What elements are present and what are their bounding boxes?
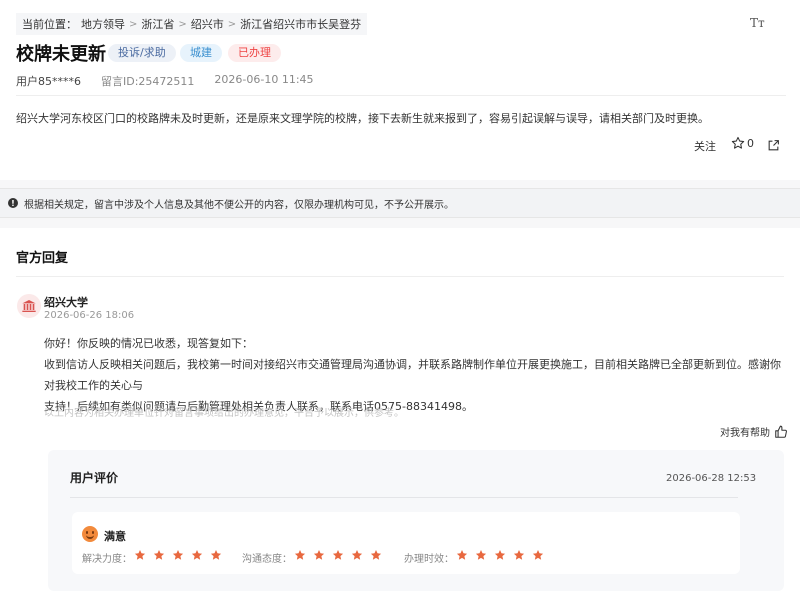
star-icon — [294, 550, 306, 560]
star-icon — [513, 550, 525, 560]
reply-disclaimer: 以上内容为相关办理单位针对留言事项给出的办理意见，平台予以展示，供参考。 — [44, 408, 404, 419]
org-name: 绍兴大学 — [44, 296, 88, 309]
breadcrumb: 当前位置： 地方领导 > 浙江省 > 绍兴市 > 浙江省绍兴市市长吴登芬 — [16, 13, 368, 35]
share-button[interactable] — [767, 137, 780, 156]
helpful-button[interactable]: 对我有帮助 — [720, 424, 788, 439]
breadcrumb-prefix: 当前位置： — [22, 18, 77, 31]
reply-line: 你好！你反映的情况已收悉，现答复如下： — [44, 337, 253, 350]
page-title: 校牌未更新 — [16, 44, 106, 65]
divider — [16, 95, 786, 96]
star-icon — [210, 550, 222, 560]
follow-button[interactable]: 关注 — [694, 138, 716, 154]
star-outline-icon — [731, 136, 745, 149]
star-icon — [172, 550, 184, 560]
rating-stars-resolution — [134, 549, 222, 561]
divider — [70, 497, 738, 498]
rating-stars-timeliness — [456, 549, 544, 561]
star-count: 0 — [747, 136, 754, 150]
smile-face-icon — [82, 526, 98, 542]
thumbs-up-icon — [775, 425, 787, 438]
overall-rating: 满意 — [104, 530, 126, 543]
share-icon — [768, 140, 779, 151]
post-content: 绍兴大学河东校区门口的校路牌未及时更新，还是原来文理学院的校牌，接下去新生就来报… — [16, 112, 709, 125]
star-icon — [370, 550, 382, 560]
org-avatar — [17, 294, 41, 318]
breadcrumb-item[interactable]: 浙江省绍兴市市长吴登芬 — [240, 16, 361, 32]
reply-time: 2026-06-26 18:06 — [44, 310, 135, 321]
info-icon: ! — [8, 198, 18, 208]
evaluation-card: 用户评价 2026-06-28 12:53 满意 解决力度： 沟通态度： 办理时… — [48, 450, 784, 591]
chevron-right-icon: > — [178, 18, 187, 30]
breadcrumb-item[interactable]: 绍兴市 — [191, 16, 224, 32]
font-size-icon[interactable]: Tт — [750, 16, 765, 30]
star-icon — [351, 550, 363, 560]
star-icon — [313, 550, 325, 560]
status-badge: 已办理 — [228, 44, 281, 62]
rating-label-timeliness: 办理时效： — [404, 554, 454, 565]
helpful-label: 对我有帮助 — [720, 428, 770, 439]
category-tag: 城建 — [180, 44, 222, 62]
breadcrumb-item[interactable]: 地方领导 — [81, 16, 125, 32]
post-meta: 用户85****6 留言ID:25472511 2026-06-10 11:45 — [16, 73, 314, 89]
section-gap — [0, 180, 800, 188]
breadcrumb-item[interactable]: 浙江省 — [141, 16, 174, 32]
chevron-right-icon: > — [227, 18, 237, 30]
star-icon — [532, 550, 544, 560]
chevron-right-icon: > — [129, 18, 138, 30]
star-icon — [191, 550, 203, 560]
star-button[interactable]: 0 — [731, 136, 754, 150]
message-id: 留言ID:25472511 — [101, 75, 195, 88]
divider — [16, 276, 784, 277]
evaluation-date: 2026-06-28 12:53 — [666, 473, 757, 484]
type-tag: 投诉/求助 — [108, 44, 176, 62]
star-icon — [332, 550, 344, 560]
star-icon — [494, 550, 506, 560]
post-datetime: 2026-06-10 11:45 — [214, 73, 314, 86]
university-icon — [22, 300, 36, 312]
evaluation-title: 用户评价 — [70, 471, 119, 485]
reply-line: 收到信访人反映相关问题后，我校第一时间对接绍兴市交通管理局沟通协调，并联系路牌制… — [44, 358, 781, 392]
star-icon — [475, 550, 487, 560]
post-user: 用户85****6 — [16, 75, 81, 88]
star-icon — [153, 550, 165, 560]
reply-heading: 官方回复 — [16, 251, 69, 266]
section-gap — [0, 218, 800, 228]
star-icon — [134, 550, 146, 560]
rating-stars-communication — [294, 549, 382, 561]
evaluation-detail: 满意 解决力度： 沟通态度： 办理时效： — [72, 512, 740, 574]
rating-label-resolution: 解决力度： — [82, 554, 132, 565]
rating-label-communication: 沟通态度： — [242, 554, 292, 565]
privacy-notice: ! 根据相关规定，留言中涉及个人信息及其他不便公开的内容，仅限办理机构可见，不予… — [0, 188, 800, 218]
star-icon — [456, 550, 468, 560]
privacy-notice-text: 根据相关规定，留言中涉及个人信息及其他不便公开的内容，仅限办理机构可见，不予公开… — [24, 199, 454, 211]
